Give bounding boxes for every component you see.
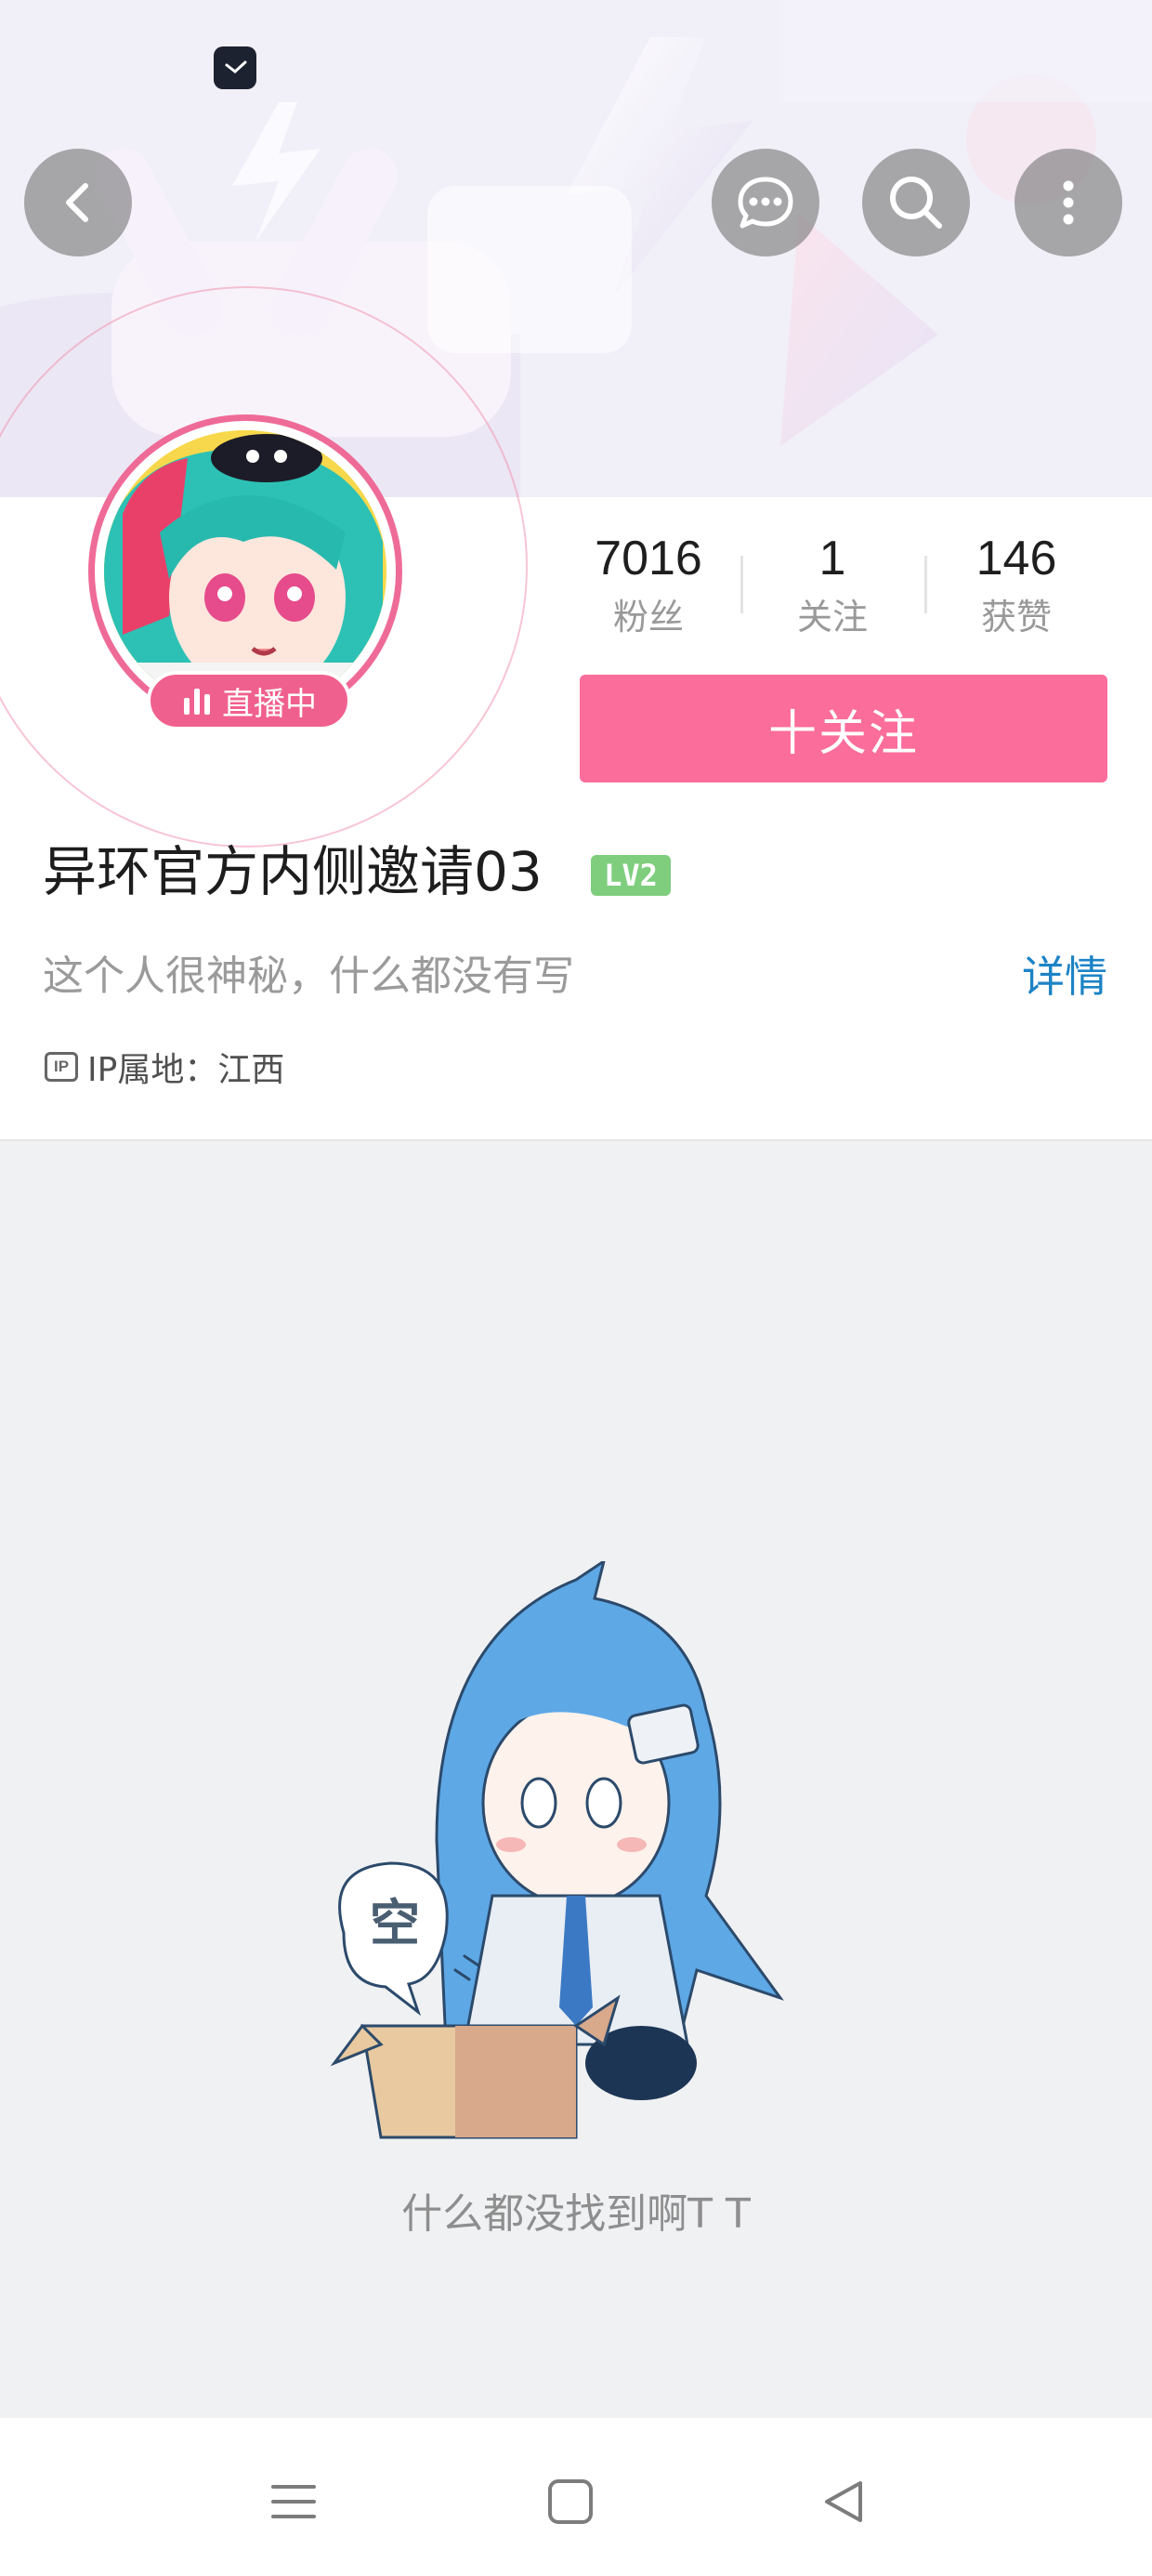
more-button[interactable] — [1015, 149, 1122, 256]
live-label: 直播中 — [222, 685, 317, 723]
stat-label: 粉丝 — [612, 597, 684, 637]
username: 异环官方内侧邀请03 — [43, 840, 543, 903]
menu-lines-icon — [271, 2485, 316, 2518]
live-bars-icon — [184, 689, 210, 715]
more-vertical-icon — [1063, 180, 1074, 225]
empty-bubble-text: 空 — [370, 1894, 420, 1952]
ip-icon: IP — [45, 1052, 78, 1082]
chevron-left-icon — [66, 183, 88, 222]
search-icon — [890, 177, 942, 229]
system-back-button[interactable] — [806, 2464, 881, 2539]
home-button[interactable] — [533, 2464, 608, 2539]
square-home-icon — [548, 2479, 593, 2524]
chat-bubble-icon — [738, 177, 793, 229]
level-badge: LV2 — [591, 855, 671, 896]
triangle-back-icon — [825, 2481, 862, 2522]
system-navigation-bar — [0, 2418, 1152, 2576]
live-status-badge[interactable]: 直播中 — [147, 671, 351, 730]
empty-state-illustration: 空 — [330, 1561, 784, 2139]
search-button[interactable] — [862, 149, 970, 256]
recent-apps-button[interactable] — [256, 2464, 331, 2539]
message-button[interactable] — [712, 149, 819, 256]
stat-fans[interactable]: 7016 粉丝 — [556, 526, 741, 643]
stat-label: 获赞 — [980, 597, 1052, 637]
stat-following[interactable]: 1 关注 — [740, 526, 925, 643]
user-bio: 这个人很神秘，什么都没有写 — [43, 953, 574, 1000]
ip-location-row: IP IP属地：江西 — [45, 1039, 284, 1095]
stat-value: 1 — [818, 532, 846, 585]
stat-value: 7016 — [595, 532, 702, 585]
stat-likes[interactable]: 146 获赞 — [923, 526, 1109, 643]
details-link[interactable]: 详情 — [1022, 944, 1107, 1009]
empty-state-message: 什么都没找到啊T T — [401, 2190, 751, 2238]
follow-button[interactable]: 十关注 — [580, 675, 1107, 782]
stat-value: 146 — [975, 532, 1057, 585]
stat-label: 关注 — [796, 597, 868, 637]
ip-location-text: IP属地：江西 — [87, 1051, 285, 1089]
clock-app-icon — [214, 46, 256, 89]
back-button[interactable] — [24, 149, 132, 256]
status-bar — [0, 0, 1152, 121]
